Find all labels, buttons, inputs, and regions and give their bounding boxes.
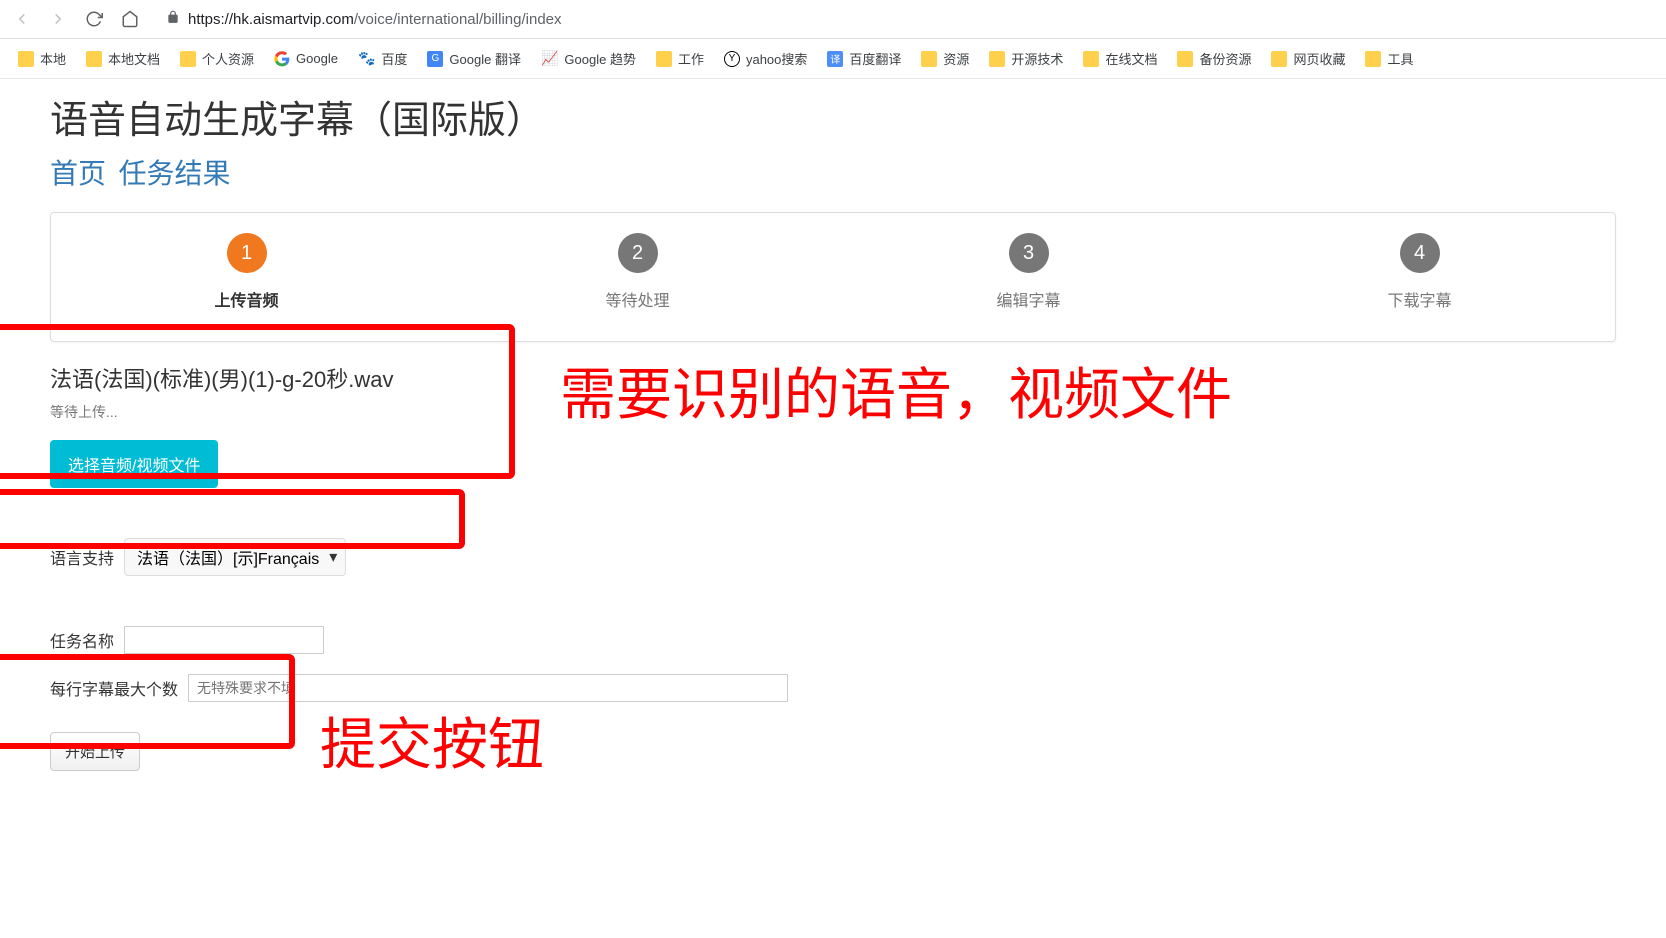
bookmark-item[interactable]: 📈 Google 趋势 <box>533 45 644 72</box>
task-name-input[interactable] <box>124 626 324 654</box>
steps-panel: 1 上传音频 2 等待处理 3 编辑字幕 4 下载字幕 <box>50 212 1616 342</box>
yahoo-icon: Y <box>724 51 740 67</box>
start-upload-button[interactable]: 开始上传 <box>50 732 140 771</box>
step-label: 等待处理 <box>442 287 833 311</box>
url-bar[interactable]: https://hk.aismartvip.com/voice/internat… <box>154 6 1656 32</box>
bookmark-item[interactable]: 网页收藏 <box>1263 45 1353 72</box>
bookmark-label: 工作 <box>678 49 704 68</box>
step-item: 1 上传音频 <box>51 233 442 311</box>
browser-nav-bar: https://hk.aismartvip.com/voice/internat… <box>0 0 1666 39</box>
url-text: https://hk.aismartvip.com/voice/internat… <box>188 11 562 28</box>
bookmark-label: 百度 <box>381 49 407 68</box>
step-number: 2 <box>618 233 658 273</box>
folder-icon <box>18 51 34 67</box>
bookmark-item[interactable]: 开源技术 <box>981 45 1071 72</box>
bookmark-item[interactable]: Google <box>266 47 346 71</box>
bookmark-item[interactable]: 工具 <box>1357 45 1421 72</box>
language-label: 语言支持 <box>50 545 114 569</box>
folder-icon <box>1177 51 1193 67</box>
bookmark-label: 个人资源 <box>202 49 254 68</box>
upload-status: 等待上传... <box>50 402 1616 422</box>
baidu-translate-icon: 译 <box>827 51 843 67</box>
maxchars-input[interactable] <box>188 674 788 702</box>
bookmark-item[interactable]: 🐾 百度 <box>350 45 415 72</box>
step-number: 4 <box>1400 233 1440 273</box>
page-content: 语音自动生成字幕（国际版） 首页 任务结果 1 上传音频 2 等待处理 3 编辑字幕 4 下载… <box>0 79 1666 781</box>
folder-icon <box>656 51 672 67</box>
bookmark-item[interactable]: 译百度翻译 <box>819 45 909 72</box>
maxchars-row: 每行字幕最大个数 <box>50 674 1616 702</box>
bookmark-label: 本地文档 <box>108 49 160 68</box>
language-row: 语言支持 法语（法国）[示]Français <box>50 528 1616 606</box>
back-button[interactable] <box>10 7 34 31</box>
folder-icon <box>1271 51 1287 67</box>
bookmark-label: 百度翻译 <box>849 49 901 68</box>
bookmark-label: 网页收藏 <box>1293 49 1345 68</box>
bookmark-item[interactable]: G Google 翻译 <box>419 45 529 72</box>
bookmark-label: 开源技术 <box>1011 49 1063 68</box>
trends-icon: 📈 <box>541 50 558 67</box>
bookmark-item[interactable]: 资源 <box>913 45 977 72</box>
page-title: 语音自动生成字幕（国际版） <box>50 89 1616 144</box>
submit-block: 开始上传 <box>50 732 1616 771</box>
bookmark-item[interactable]: 本地 <box>10 45 74 72</box>
forward-button[interactable] <box>46 7 70 31</box>
bookmark-label: Google 趋势 <box>564 49 636 68</box>
google-icon <box>274 51 290 67</box>
language-dropdown[interactable]: 法语（法国）[示]Français <box>124 538 346 576</box>
folder-icon <box>86 51 102 67</box>
upload-block: 法语(法国)(标准)(男)(1)-g-20秒.wav 等待上传... 选择音频/… <box>50 362 1616 488</box>
step-item: 3 编辑字幕 <box>833 233 1224 311</box>
folder-icon <box>1083 51 1099 67</box>
bookmark-label: 工具 <box>1387 49 1413 68</box>
folder-icon <box>921 51 937 67</box>
choose-file-button[interactable]: 选择音频/视频文件 <box>50 440 218 488</box>
folder-icon <box>180 51 196 67</box>
bookmark-item[interactable]: 本地文档 <box>78 45 168 72</box>
bookmark-item[interactable]: 工作 <box>648 45 712 72</box>
bookmarks-bar: 本地 本地文档 个人资源 Google 🐾 百度 G Google 翻译 📈 Google 趋势 工… <box>0 39 1666 79</box>
task-name-label: 任务名称 <box>50 628 114 652</box>
step-label: 上传音频 <box>51 287 442 311</box>
bookmark-label: 在线文档 <box>1105 49 1157 68</box>
step-item: 2 等待处理 <box>442 233 833 311</box>
step-number: 1 <box>227 233 267 273</box>
bookmark-label: 备份资源 <box>1199 49 1251 68</box>
bookmark-label: 资源 <box>943 49 969 68</box>
step-label: 下载字幕 <box>1224 287 1615 311</box>
nav-results-link[interactable]: 任务结果 <box>118 158 230 189</box>
bookmark-label: Google <box>296 51 338 66</box>
google-translate-icon: G <box>427 51 443 67</box>
step-item: 4 下载字幕 <box>1224 233 1615 311</box>
bookmark-label: yahoo搜索 <box>746 49 807 68</box>
bookmark-item[interactable]: 在线文档 <box>1075 45 1165 72</box>
step-label: 编辑字幕 <box>833 287 1224 311</box>
home-button[interactable] <box>118 7 142 31</box>
lock-icon <box>166 10 180 28</box>
selected-file-name: 法语(法国)(标准)(男)(1)-g-20秒.wav <box>50 362 1616 394</box>
maxchars-label: 每行字幕最大个数 <box>50 676 178 700</box>
task-name-row: 任务名称 <box>50 626 1616 654</box>
nav-home-link[interactable]: 首页 <box>50 158 106 189</box>
bookmark-item[interactable]: Yyahoo搜索 <box>716 45 815 72</box>
bookmark-label: Google 翻译 <box>449 49 521 68</box>
step-number: 3 <box>1009 233 1049 273</box>
folder-icon <box>1365 51 1381 67</box>
page-nav-links: 首页 任务结果 <box>50 152 1616 192</box>
folder-icon <box>989 51 1005 67</box>
bookmark-item[interactable]: 备份资源 <box>1169 45 1259 72</box>
baidu-icon: 🐾 <box>358 50 375 67</box>
reload-button[interactable] <box>82 7 106 31</box>
bookmark-label: 本地 <box>40 49 66 68</box>
bookmark-item[interactable]: 个人资源 <box>172 45 262 72</box>
